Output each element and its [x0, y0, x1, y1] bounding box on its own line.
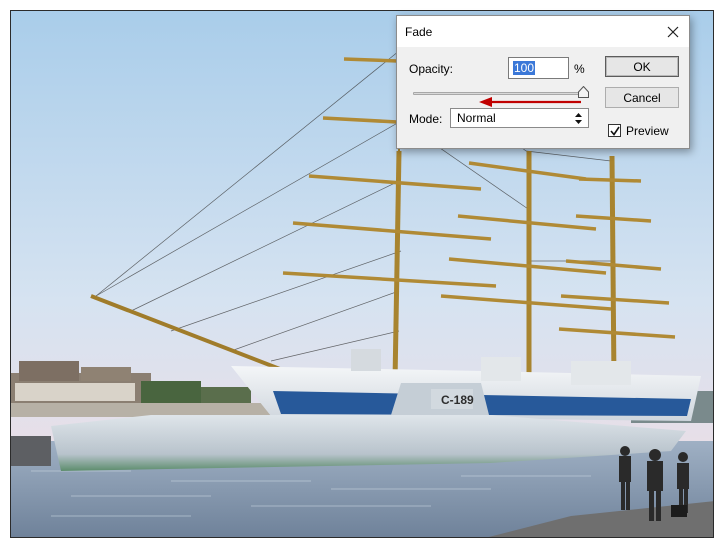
preview-label: Preview [626, 124, 669, 138]
opacity-slider-track[interactable] [413, 92, 583, 95]
dialog-titlebar[interactable]: Fade [397, 16, 689, 47]
red-arrow-icon [479, 97, 581, 107]
opacity-label: Opacity: [409, 62, 454, 76]
updown-arrow-icon [575, 112, 582, 124]
submarine-number: C-189 [441, 393, 474, 407]
mode-value: Normal [457, 111, 496, 125]
close-icon [667, 26, 679, 37]
opacity-value: 100 [513, 61, 536, 75]
people [619, 446, 689, 521]
opacity-unit: % [574, 62, 585, 76]
checkmark-icon [609, 126, 620, 136]
ok-button[interactable]: OK [605, 56, 679, 77]
dialog-title: Fade [405, 25, 433, 39]
fade-dialog: Fade Opacity: 100 % Mode: Normal OK Canc… [396, 15, 690, 149]
close-button[interactable] [657, 16, 689, 47]
preview-checkbox[interactable] [608, 124, 621, 137]
cancel-button[interactable]: Cancel [605, 87, 679, 108]
mode-label: Mode: [409, 112, 443, 126]
opacity-input[interactable]: 100 [508, 57, 569, 79]
mode-select[interactable]: Normal [450, 108, 589, 128]
